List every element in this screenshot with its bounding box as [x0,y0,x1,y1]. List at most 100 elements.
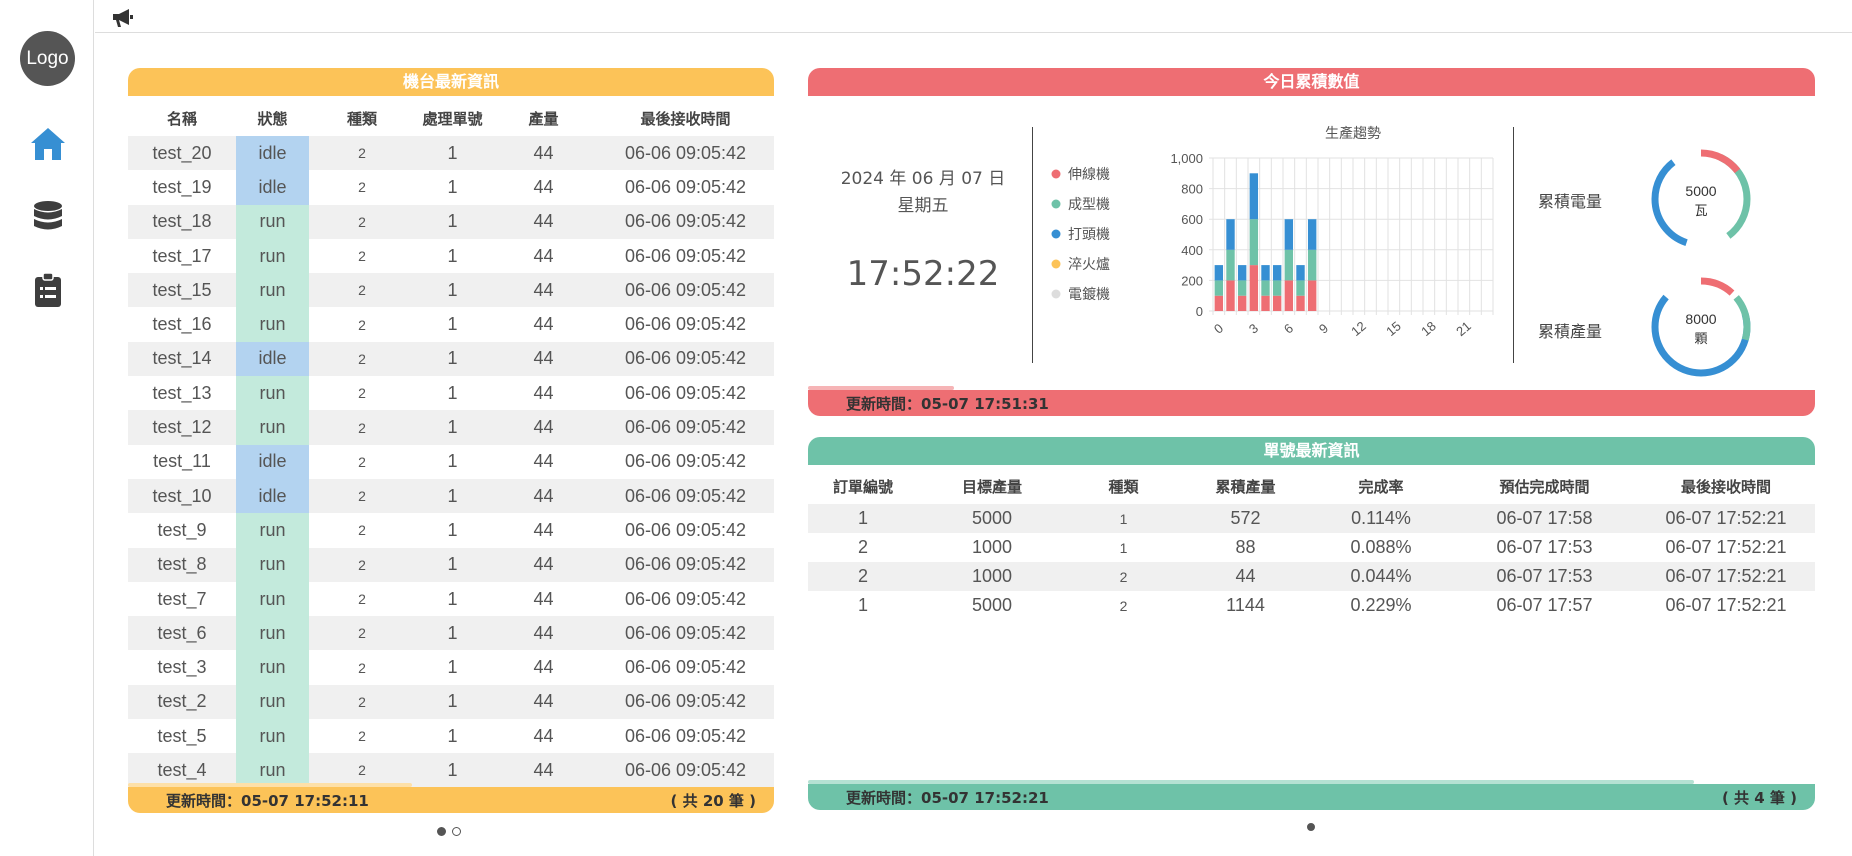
machine-type: 2 [358,728,366,745]
table-row[interactable]: test_3 run 2 1 44 06-06 09:05:42 [128,650,774,685]
y-tick-label: 400 [1181,243,1203,258]
column-header[interactable]: 最後接收時間 [597,100,774,136]
machine-last-time: 06-06 09:05:42 [624,451,747,472]
page-dot[interactable] [452,827,461,836]
database-icon[interactable] [28,198,68,238]
table-row[interactable]: test_7 run 2 1 44 06-06 09:05:42 [128,581,774,617]
accum-output: 1144 [1226,595,1265,615]
table-row[interactable]: test_11 idle 2 1 44 06-06 09:05:42 [128,444,774,479]
machine-name: test_17 [152,245,212,266]
bar-segment [1284,219,1294,250]
machine-type: 2 [309,547,415,582]
column-header[interactable]: 產量 [490,100,597,136]
machine-last-time: 06-06 09:05:42 [597,341,774,377]
bar-segment [1307,280,1317,311]
date-text: 2024 年 06 月 07 日 [840,169,1006,189]
column-header[interactable]: 完成率 [1310,468,1452,504]
legend-marker [1051,169,1061,179]
column-header[interactable]: 狀態 [236,100,309,136]
machine-status: idle [236,444,309,479]
column-header[interactable]: 名稱 [128,100,236,136]
machine-type: 2 [309,341,415,377]
gauge-label: 累積產量 [1538,322,1603,341]
machine-status: run [236,410,309,445]
record-count: ( 共 4 筆 ) [1721,789,1797,807]
bar-segment [1296,265,1305,281]
logo[interactable]: Logo [20,31,75,86]
machine-type: 2 [358,316,366,333]
completion-rate: 0.088% [1350,537,1412,557]
table-row[interactable]: 1 5000 2 1144 0.229% 06-07 17:57 06-07 17:52:2… [808,591,1815,620]
machine-last-time: 06-06 09:05:42 [597,684,774,720]
table-row[interactable]: test_17 run 2 1 44 06-06 09:05:42 [128,238,774,274]
table-row[interactable]: test_20 idle 2 1 44 06-06 09:05:42 [128,136,774,171]
bar-segment [1249,173,1259,220]
x-tick-label: 15 [1383,318,1404,339]
column-header[interactable]: 種類 [1066,468,1181,504]
machine-status: idle [236,136,309,171]
column-header[interactable]: 目標產量 [918,468,1066,504]
machine-type: 2 [358,591,366,607]
estimated-finish: 06-07 17:57 [1496,595,1593,615]
column-header[interactable]: 累積產量 [1181,468,1310,504]
machine-status: idle [236,341,309,377]
machine-type: 2 [358,179,366,196]
target-output: 1000 [918,562,1066,591]
target-output: 5000 [918,504,1066,533]
y-tick-label: 1,000 [1170,151,1203,166]
estimated-finish: 06-07 17:53 [1496,537,1593,557]
machine-last-time: 06-06 09:05:42 [597,136,774,171]
completion-rate: 0.114% [1310,504,1452,533]
machine-order: 1 [415,616,490,651]
machine-last-time: 06-06 09:05:42 [597,410,774,445]
table-row[interactable]: 2 1000 1 88 0.088% 06-07 17:53 06-07 17:52:21 [808,533,1815,562]
bar-segment [1296,280,1305,296]
table-row[interactable]: test_18 run 2 1 44 06-06 09:05:42 [128,204,774,239]
table-row[interactable]: test_2 run 2 1 44 06-06 09:05:42 [128,684,774,720]
column-header[interactable]: 最後接收時間 [1637,468,1815,504]
column-header[interactable]: 種類 [309,100,415,136]
column-header[interactable]: 訂單編號 [808,468,918,504]
table-row[interactable]: test_19 idle 2 1 44 06-06 09:05:42 [128,170,774,205]
column-header[interactable]: 預估完成時間 [1452,468,1637,504]
table-row[interactable]: test_6 run 2 1 44 06-06 09:05:42 [128,616,774,651]
divider [1513,127,1514,363]
order-id: 1 [857,595,868,615]
machine-output: 44 [490,753,597,788]
machine-name: test_20 [128,136,236,171]
table-row[interactable]: test_12 run 2 1 44 06-06 09:05:42 [128,410,774,445]
table-row[interactable]: 2 1000 2 44 0.044% 06-07 17:53 06-07 17:52:21 [808,562,1815,591]
bar-segment [1237,295,1247,311]
machine-order: 1 [415,684,490,720]
machine-output: 44 [490,410,597,445]
page-dot[interactable] [437,827,446,836]
table-row[interactable]: test_8 run 2 1 44 06-06 09:05:42 [128,547,774,582]
machine-order: 1 [415,273,490,308]
table-row[interactable]: 1 5000 1 572 0.114% 06-07 17:58 06-07 17:52:21 [808,504,1815,533]
machine-table: 名稱 狀態 種類 處理單號 產量 最後接收時間 test_20 idle 2 1 44 0… [128,100,774,788]
machine-output: 44 [490,616,597,651]
machine-last-time: 06-06 09:05:42 [597,273,774,308]
table-row[interactable]: test_9 run 2 1 44 06-06 09:05:42 [128,513,774,548]
table-row[interactable]: test_10 idle 2 1 44 06-06 09:05:42 [128,478,774,514]
table-row[interactable]: test_14 idle 2 1 44 06-06 09:05:42 [128,341,774,377]
machine-status: run [236,376,309,411]
clipboard-icon[interactable] [28,270,68,310]
accum-output: 88 [1235,537,1256,557]
megaphone-icon[interactable] [111,7,135,33]
chart-title: 生產趨勢 [1325,125,1381,142]
machine-name: test_18 [128,204,236,239]
table-row[interactable]: test_5 run 2 1 44 06-06 09:05:42 [128,719,774,754]
estimated-finish: 06-07 17:58 [1452,504,1637,533]
page-dot[interactable] [1307,823,1315,831]
home-icon[interactable] [28,124,68,164]
column-header[interactable]: 處理單號 [415,100,490,136]
table-row[interactable]: test_13 run 2 1 44 06-06 09:05:42 [128,376,774,411]
x-tick-label: 12 [1348,318,1369,339]
accum-output: 572 [1181,504,1310,533]
machine-type: 2 [358,385,366,402]
table-row[interactable]: test_15 run 2 1 44 06-06 09:05:42 [128,273,774,308]
machine-status: idle [236,478,309,514]
gauge-value: 8000 [1685,311,1716,327]
table-row[interactable]: test_16 run 2 1 44 06-06 09:05:42 [128,307,774,342]
